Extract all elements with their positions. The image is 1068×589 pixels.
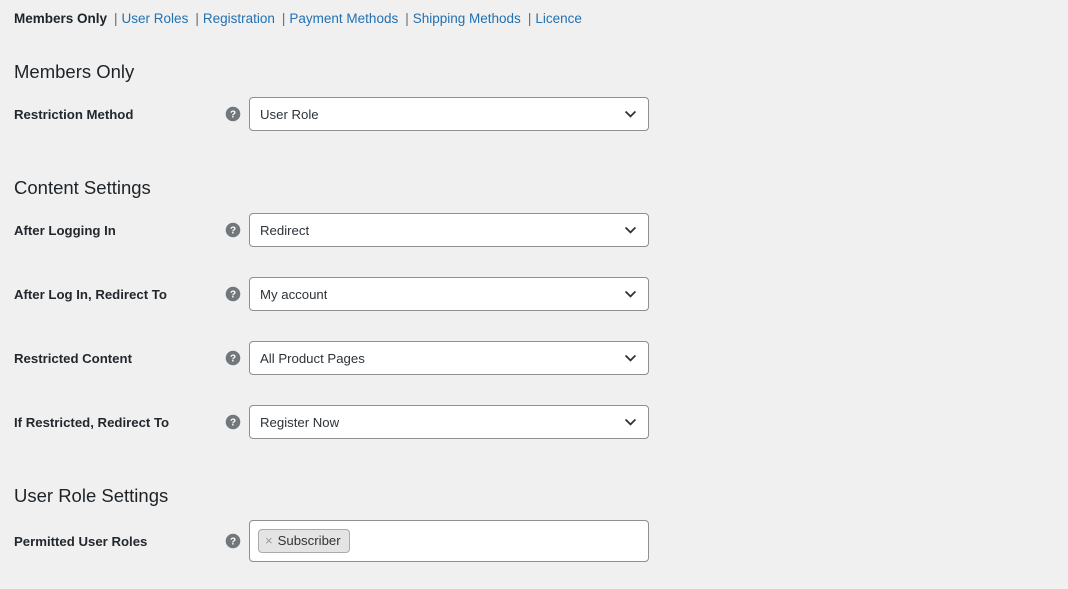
subnav-item-shipping-methods[interactable]: Shipping Methods: [413, 9, 521, 28]
select-restricted-content[interactable]: All Product Pages: [249, 341, 649, 375]
subnav-item-user-roles[interactable]: User Roles: [122, 9, 189, 28]
chevron-down-icon: [624, 108, 637, 121]
field-row-restricted-content: Restricted Content ? All Product Pages: [0, 341, 700, 375]
chevron-down-icon: [624, 416, 637, 429]
field-label-restriction-method: Restriction Method: [14, 106, 134, 122]
select-value-if-restricted-redirect-to: Register Now: [260, 414, 340, 430]
subnav-separator-2: |: [195, 11, 199, 26]
field-label-if-restricted-redirect-to: If Restricted, Redirect To: [14, 414, 170, 430]
selected-role-tag: × Subscriber: [258, 529, 350, 553]
svg-text:?: ?: [230, 110, 236, 121]
help-question-icon[interactable]: ?: [224, 97, 242, 131]
select-after-login-redirect-to[interactable]: My account: [249, 277, 649, 311]
selected-role-label: Subscriber: [277, 533, 341, 548]
select-after-logging-in[interactable]: Redirect: [249, 213, 649, 247]
subnav-separator-4: |: [405, 11, 409, 26]
select-value-restricted-content: All Product Pages: [260, 350, 365, 366]
multiselect-permitted-user-roles[interactable]: × Subscriber: [249, 520, 649, 562]
svg-text:?: ?: [230, 226, 236, 237]
help-question-icon[interactable]: ?: [224, 341, 242, 375]
select-value-restriction-method: User Role: [260, 106, 319, 122]
section-heading-content-settings: Content Settings: [14, 177, 151, 199]
field-row-after-logging-in: After Logging In ? Redirect: [0, 213, 700, 247]
subnav-item-registration[interactable]: Registration: [203, 9, 275, 28]
subnav-separator-5: |: [527, 11, 532, 26]
chevron-down-icon: [624, 224, 637, 237]
chevron-down-icon: [624, 352, 637, 365]
subnav-item-members-only[interactable]: Members Only: [14, 9, 107, 28]
subnav-item-payment-methods[interactable]: Payment Methods: [289, 9, 398, 28]
select-restriction-method[interactable]: User Role: [249, 97, 649, 131]
settings-subnav: Members Only | User Roles | Registration…: [14, 9, 582, 28]
subnav-separator-1: |: [114, 11, 118, 26]
help-question-icon[interactable]: ?: [224, 520, 242, 562]
help-question-icon[interactable]: ?: [224, 213, 242, 247]
svg-text:?: ?: [230, 537, 236, 548]
svg-text:?: ?: [230, 290, 236, 301]
help-question-icon[interactable]: ?: [224, 405, 242, 439]
section-heading-members-only: Members Only: [14, 61, 135, 83]
subnav-label-members-only: Members Only: [14, 11, 108, 26]
subnav-separator-3: |: [281, 11, 286, 26]
section-heading-user-role-settings: User Role Settings: [14, 485, 169, 507]
remove-tag-icon[interactable]: ×: [265, 534, 273, 547]
select-value-after-logging-in: Redirect: [260, 222, 310, 238]
select-if-restricted-redirect-to[interactable]: Register Now: [249, 405, 649, 439]
subnav-item-licence[interactable]: Licence: [535, 9, 582, 28]
field-label-permitted-user-roles: Permitted User Roles: [14, 533, 148, 549]
field-label-after-login-redirect-to: After Log In, Redirect To: [14, 286, 167, 302]
field-label-after-logging-in: After Logging In: [14, 222, 116, 238]
field-row-if-restricted-redirect-to: If Restricted, Redirect To ? Register No…: [0, 405, 700, 439]
field-row-after-login-redirect-to: After Log In, Redirect To ? My account: [0, 277, 700, 311]
chevron-down-icon: [624, 288, 637, 301]
svg-text:?: ?: [230, 354, 236, 365]
help-question-icon[interactable]: ?: [224, 277, 242, 311]
select-value-after-login-redirect-to: My account: [260, 286, 328, 302]
field-row-restriction-method: Restriction Method ? User Role: [0, 97, 700, 131]
svg-text:?: ?: [230, 418, 236, 429]
field-row-permitted-user-roles: Permitted User Roles ? × Subscriber: [0, 520, 700, 562]
field-label-restricted-content: Restricted Content: [14, 350, 132, 366]
